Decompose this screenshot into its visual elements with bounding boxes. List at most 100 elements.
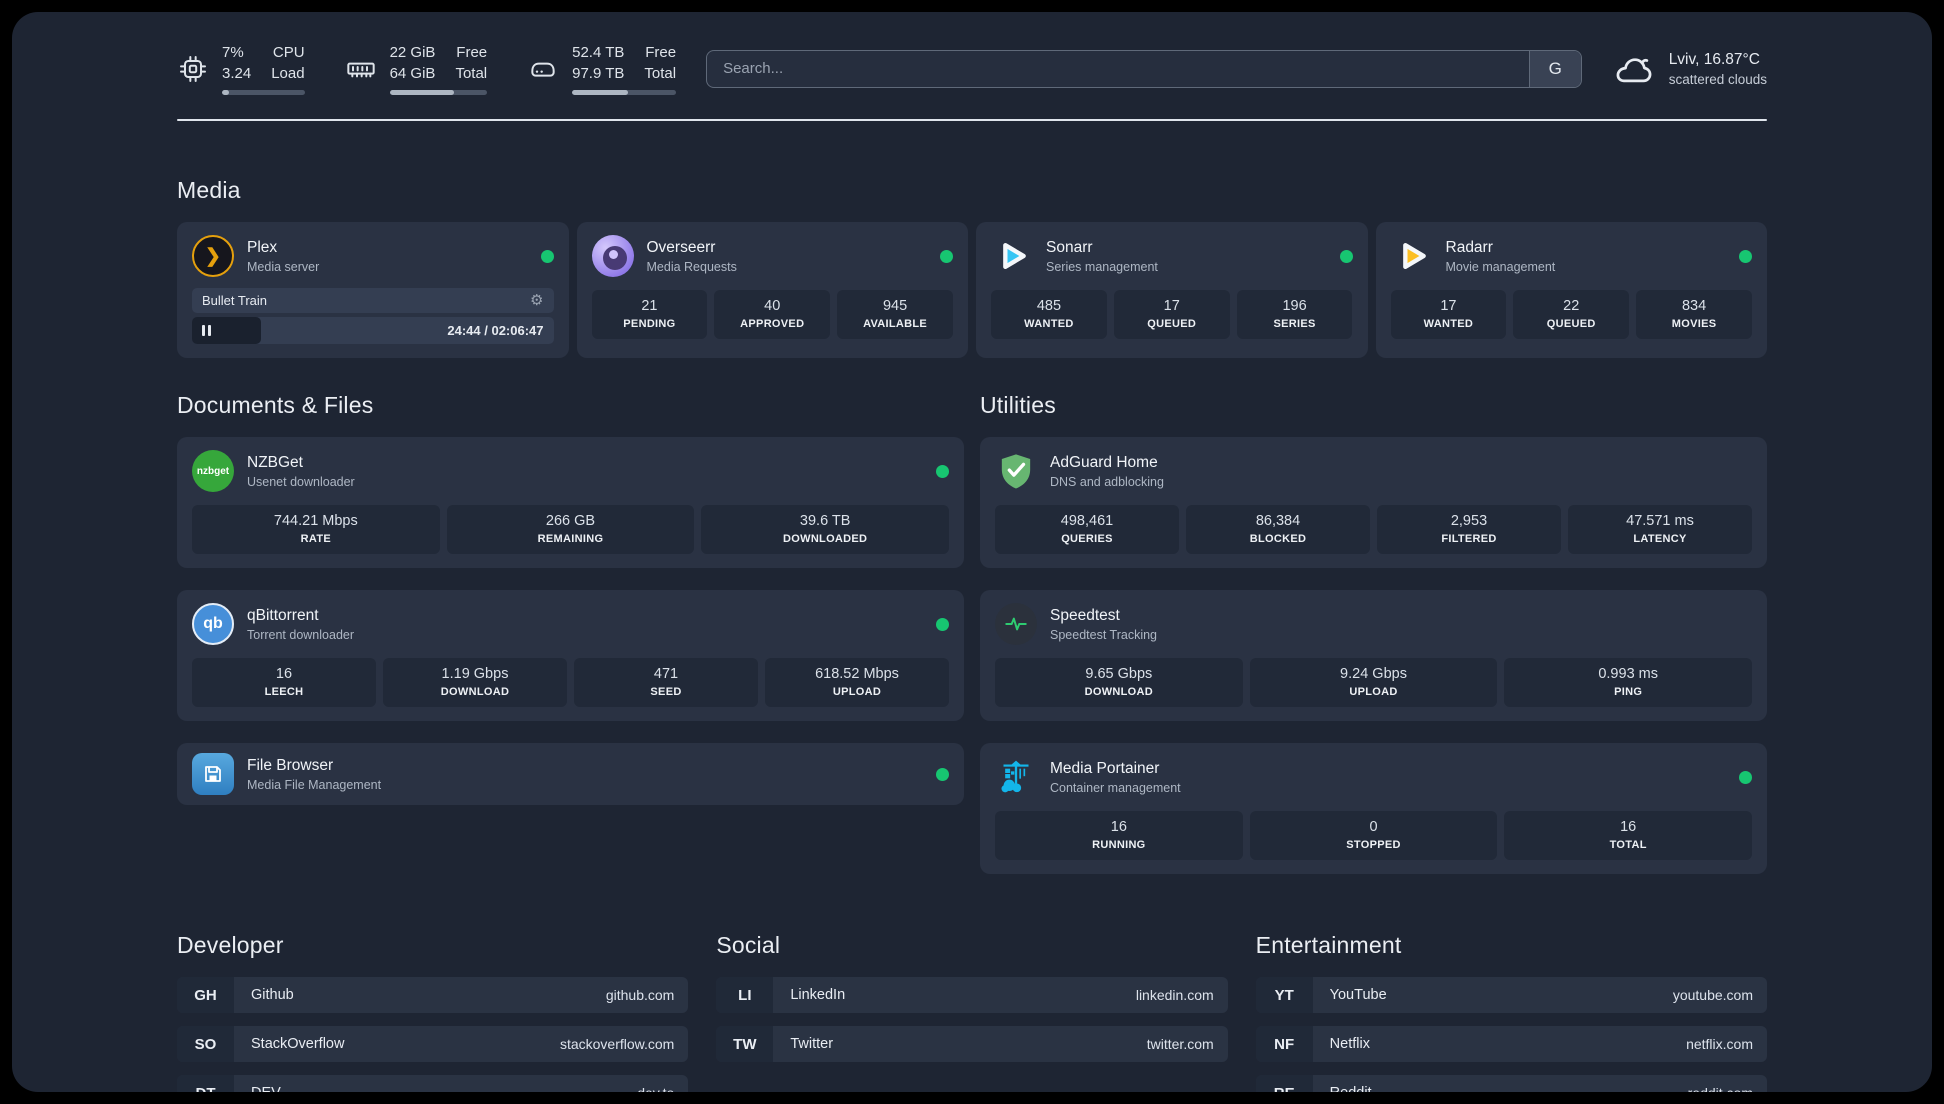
media-grid: ❯ Plex Media server Bullet Train ⚙ 24:44…: [177, 222, 1767, 358]
link-netflix[interactable]: NF Netflix netflix.com: [1255, 1026, 1767, 1062]
section-heading-utilities: Utilities: [980, 392, 1056, 418]
stat-box: 485 WANTED: [991, 290, 1107, 339]
utilities-column: Utilities AdGuard Home DNS and adblockin…: [980, 392, 1767, 874]
stat-box: 498,461 QUERIES: [995, 505, 1179, 554]
filebrowser-card[interactable]: File Browser Media File Management: [177, 743, 964, 805]
stat-box: 9.24 Gbps UPLOAD: [1249, 658, 1498, 707]
card-title: Media Portainer: [1050, 759, 1160, 777]
disk-stat: 52.4 TB 97.9 TB Free Total: [527, 42, 677, 95]
overseerr-icon: [591, 235, 634, 277]
link-stackoverflow[interactable]: SO StackOverflow stackoverflow.com: [177, 1026, 689, 1062]
disk-label-top: Free: [645, 44, 677, 61]
status-dot: [1739, 770, 1752, 784]
stat-box: 945 AVAILABLE: [837, 290, 953, 339]
ram-label-bottom: Total: [455, 65, 488, 82]
card-subtitle: Torrent downloader: [247, 627, 355, 642]
ram-total: 64 GiB: [389, 65, 436, 82]
status-dot: [936, 767, 949, 781]
weather-widget[interactable]: Lviv, 16.87°C scattered clouds: [1612, 51, 1767, 87]
plex-card[interactable]: ❯ Plex Media server Bullet Train ⚙ 24:44…: [177, 222, 569, 358]
stat-box: 17 QUEUED: [1113, 290, 1230, 339]
qbittorrent-card[interactable]: qb qBittorrent Torrent downloader 16 LEEC…: [177, 590, 964, 721]
card-subtitle: Media File Management: [247, 777, 382, 792]
card-subtitle: Speedtest Tracking: [1050, 627, 1158, 642]
nzbget-card[interactable]: nzbget NZBGet Usenet downloader 744.21 M…: [177, 437, 964, 568]
social-section: Social LI LinkedIn linkedin.com TW Twitt…: [716, 932, 1228, 1092]
disk-label-bottom: Total: [644, 65, 677, 82]
disk-progress-bar: [572, 90, 677, 95]
cpu-label-top: CPU: [272, 44, 305, 61]
dashboard-panel: 7% 3.24 CPU Load 22 GiB 64 GiB Free Tota…: [12, 12, 1932, 1092]
header-divider: [177, 119, 1767, 121]
stat-box: 2,953 FILTERED: [1377, 505, 1561, 554]
stat-box: 0.993 ms PING: [1504, 658, 1753, 707]
cpu-progress-bar: [222, 90, 305, 95]
section-heading-documents: Documents & Files: [177, 392, 374, 418]
card-title: Sonarr: [1046, 238, 1093, 256]
pause-icon: [202, 325, 205, 336]
card-title: NZBGet: [247, 453, 303, 471]
status-dot: [540, 249, 554, 263]
pause-button[interactable]: [192, 317, 261, 344]
disk-free: 52.4 TB: [572, 44, 625, 61]
link-dev[interactable]: DT DEV dev.to: [177, 1075, 689, 1092]
link-twitter[interactable]: TW Twitter twitter.com: [716, 1026, 1228, 1062]
stat-box: 40 APPROVED: [714, 290, 831, 339]
linkedin-icon: LI: [716, 977, 774, 1013]
filebrowser-icon: [192, 753, 234, 795]
card-title: Radarr: [1445, 238, 1493, 256]
speedtest-card[interactable]: Speedtest Speedtest Tracking 9.65 Gbps DO…: [980, 590, 1767, 721]
stat-box: 21 PENDING: [591, 290, 708, 339]
stat-box: 834 MOVIES: [1636, 290, 1752, 339]
card-title: qBittorrent: [247, 606, 319, 624]
stat-box: 16 LEECH: [192, 658, 376, 707]
stackoverflow-icon: SO: [177, 1026, 234, 1062]
system-stats: 7% 3.24 CPU Load 22 GiB 64 GiB Free Tota…: [177, 42, 677, 95]
documents-column: Documents & Files nzbget NZBGet Usenet d…: [177, 392, 964, 805]
card-title: AdGuard Home: [1050, 453, 1158, 471]
stat-box: 266 GB REMAINING: [446, 505, 695, 554]
stat-box: 744.21 Mbps RATE: [192, 505, 440, 554]
portainer-card[interactable]: Media Portainer Container management 16 R…: [980, 743, 1767, 874]
sonarr-icon: [991, 235, 1033, 277]
card-subtitle: DNS and adblocking: [1050, 474, 1164, 489]
stat-box: 1.19 Gbps DOWNLOAD: [383, 658, 567, 707]
portainer-icon: [995, 756, 1037, 798]
ram-label-top: Free: [456, 44, 488, 61]
link-github[interactable]: GH Github github.com: [177, 977, 689, 1013]
stat-box: 196 SERIES: [1236, 290, 1353, 339]
disk-total: 97.9 TB: [572, 65, 625, 82]
card-subtitle: Movie management: [1445, 259, 1556, 274]
reddit-icon: RE: [1255, 1075, 1313, 1092]
stat-box: 471 SEED: [574, 658, 758, 707]
gear-icon[interactable]: ⚙: [530, 293, 543, 308]
search-input[interactable]: [707, 50, 1529, 87]
section-heading-entertainment: Entertainment: [1255, 932, 1402, 958]
radarr-card[interactable]: Radarr Movie management 17 WANTED 22 QUEUE…: [1375, 222, 1767, 358]
overseerr-card[interactable]: Overseerr Media Requests 21 PENDING 40 APP…: [576, 222, 968, 358]
sonarr-card[interactable]: Sonarr Series management 485 WANTED 17 QUE…: [976, 222, 1368, 358]
stat-box: 9.65 Gbps DOWNLOAD: [995, 658, 1243, 707]
stat-box: 618.52 Mbps UPLOAD: [765, 658, 949, 707]
github-icon: GH: [177, 977, 234, 1013]
status-dot: [936, 617, 949, 631]
card-subtitle: Media server: [247, 259, 320, 274]
link-reddit[interactable]: RE Reddit reddit.com: [1255, 1075, 1767, 1092]
adguard-card[interactable]: AdGuard Home DNS and adblocking 498,461 Q…: [980, 437, 1767, 568]
link-youtube[interactable]: YT YouTube youtube.com: [1255, 977, 1767, 1013]
cpu-label-bottom: Load: [271, 65, 305, 82]
cloud-icon: [1616, 57, 1652, 82]
stat-box: 16 RUNNING: [995, 811, 1243, 860]
speedtest-icon: [995, 603, 1037, 645]
plex-now-playing: Bullet Train ⚙ 24:44 / 02:06:47: [192, 288, 554, 344]
card-subtitle: Series management: [1046, 259, 1158, 274]
card-subtitle: Usenet downloader: [247, 474, 355, 489]
status-dot: [1339, 249, 1353, 263]
status-dot: [940, 249, 953, 263]
link-linkedin[interactable]: LI LinkedIn linkedin.com: [716, 977, 1228, 1013]
section-heading-social: Social: [716, 932, 781, 958]
search-engine-button[interactable]: G: [1528, 50, 1581, 87]
top-bar: 7% 3.24 CPU Load 22 GiB 64 GiB Free Tota…: [177, 42, 1767, 95]
ram-progress-bar: [389, 90, 488, 95]
search-bar: G: [706, 49, 1582, 88]
